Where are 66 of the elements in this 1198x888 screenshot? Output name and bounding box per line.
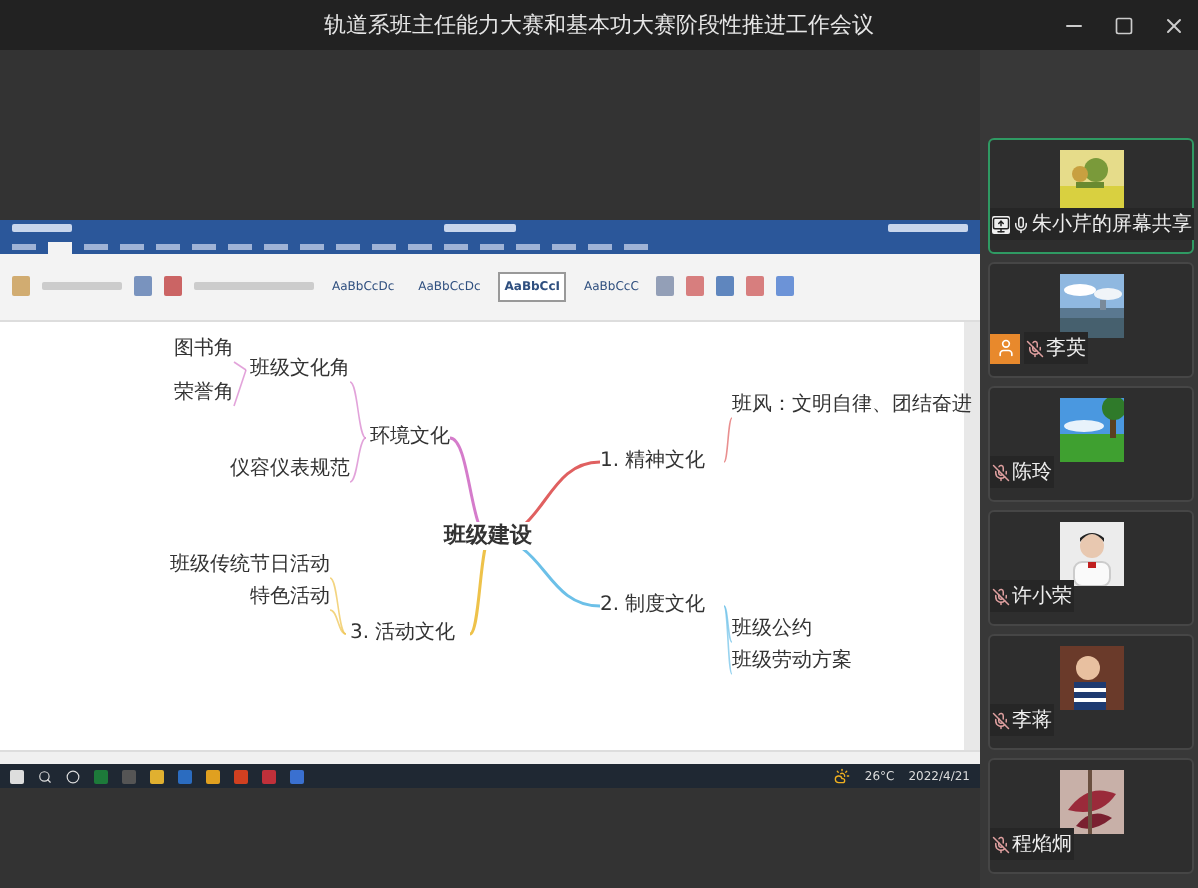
ribbon-tab[interactable] (12, 243, 36, 250)
participant-tile[interactable]: 李英 (988, 262, 1194, 378)
maximize-icon[interactable] (1114, 15, 1134, 35)
ribbon-icon[interactable] (12, 276, 30, 297)
participant-name: 朱小芹的屏幕共享 (990, 208, 1194, 240)
task-view-icon[interactable] (66, 769, 80, 784)
ribbon-tab[interactable] (84, 243, 108, 250)
topic-label: 班级文化角 (250, 357, 350, 382)
ribbon-tab[interactable] (300, 243, 324, 250)
close-icon[interactable] (1162, 13, 1186, 37)
branch-label: 1. 精神文化 (600, 449, 706, 474)
ribbon-tab[interactable] (624, 243, 648, 250)
topic-label: 仪容仪表规范 (230, 457, 350, 482)
leaf-line (349, 380, 367, 439)
ribbon-icon[interactable] (656, 276, 675, 297)
ribbon-icon[interactable] (134, 276, 152, 297)
participant-name: 程焰炯 (990, 828, 1074, 860)
ribbon-tab[interactable] (588, 243, 612, 250)
blurred-text (194, 282, 314, 291)
leaf-line (723, 416, 733, 463)
branch-label: 3. 活动文化 (350, 621, 456, 646)
participant-name: 李英 (1024, 332, 1088, 364)
center-topic-label: 班级建设 (440, 521, 536, 550)
topic-label: 图书角 (174, 337, 234, 362)
participant-tile[interactable]: 许小荣 (988, 510, 1194, 626)
start-icon[interactable] (10, 769, 24, 784)
search-icon[interactable] (38, 769, 52, 784)
ribbon-icon[interactable] (746, 276, 765, 297)
blurred-text (12, 224, 72, 233)
participant-tile[interactable]: 朱小芹的屏幕共享 (988, 138, 1194, 254)
ribbon-tab[interactable] (372, 243, 396, 250)
topic-label: 荣誉角 (174, 381, 234, 406)
blurred-text (888, 224, 968, 233)
participant-tile[interactable]: 李蒋 (988, 634, 1194, 750)
participant-tile[interactable]: 陈玲 (988, 386, 1194, 502)
topic-label: 班风：文明自律、团结奋进 (732, 393, 972, 418)
topic-label: 班级劳动方案 (732, 649, 852, 674)
branch-label: 2. 制度文化 (600, 593, 706, 618)
ribbon-tab[interactable] (480, 243, 504, 250)
participant-tile[interactable]: 程焰炯 (988, 758, 1194, 874)
blurred-text (444, 224, 516, 233)
ribbon-tab[interactable] (264, 243, 288, 250)
font-field[interactable] (42, 282, 122, 291)
ribbon-icon[interactable] (164, 276, 182, 297)
ribbon-icon[interactable] (776, 276, 795, 297)
branch-label: 环境文化 (370, 425, 450, 450)
topic-label: 班级传统节日活动 (170, 553, 330, 578)
topic-label: 特色活动 (250, 585, 330, 610)
participant-name: 李蒋 (990, 704, 1054, 736)
window-title: 轨道系班主任能力大赛和基本功大赛阶段性推进工作会议 (322, 10, 876, 40)
leaf-line (349, 436, 367, 483)
ribbon-tab[interactable] (408, 243, 432, 250)
ribbon-tab[interactable] (516, 243, 540, 250)
topic-label: 班级公约 (732, 617, 812, 642)
participant-name: 陈玲 (990, 456, 1054, 488)
weather-icon (834, 768, 851, 785)
ribbon-tab[interactable] (228, 243, 252, 250)
participant-name: 许小荣 (990, 580, 1074, 612)
ribbon-icon[interactable] (716, 276, 735, 297)
ribbon-tab[interactable] (552, 243, 576, 250)
ribbon-tab[interactable] (120, 243, 144, 250)
ribbon-tab[interactable] (444, 243, 468, 250)
ribbon-tab[interactable] (336, 243, 360, 250)
ribbon-icon[interactable] (686, 276, 705, 297)
ribbon-tab[interactable] (192, 243, 216, 250)
ribbon-tab[interactable] (156, 243, 180, 250)
